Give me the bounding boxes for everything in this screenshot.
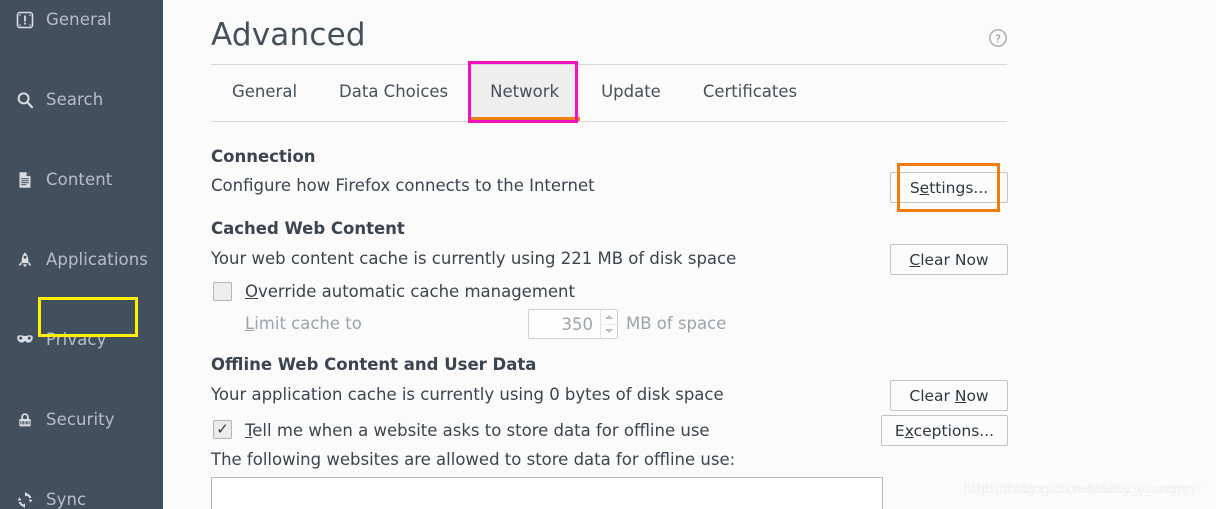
label-rest: verride automatic cache management xyxy=(258,282,575,301)
tab-label: Data Choices xyxy=(339,81,449,101)
tab-bar: General Data Choices Network Update Cert… xyxy=(211,64,1007,122)
document-icon xyxy=(12,169,38,191)
rocket-icon xyxy=(12,249,38,271)
sidebar-item-applications[interactable]: Applications xyxy=(0,240,163,280)
stepper-arrows[interactable] xyxy=(600,310,617,338)
sync-icon xyxy=(12,489,38,509)
watermark-text-b: https://blog.csdn.net/daisy_nsongyr xyxy=(977,482,1203,497)
limit-cache-stepper[interactable]: 350 xyxy=(528,309,618,339)
main-panel: Advanced ? General Data Choices Network … xyxy=(163,0,1216,509)
offline-web-content-heading: Offline Web Content and User Data xyxy=(211,355,537,374)
allowed-sites-label: The following websites are allowed to st… xyxy=(211,450,736,469)
tab-label: Network xyxy=(490,81,560,101)
search-icon xyxy=(12,89,38,111)
button-label: Exceptions... xyxy=(894,421,995,440)
limit-cache-suffix: MB of space xyxy=(626,314,727,333)
button-label: Settings... xyxy=(909,178,989,197)
connection-description: Configure how Firefox connects to the In… xyxy=(211,176,595,195)
sidebar-item-label: Applications xyxy=(46,249,148,269)
watermark: https://blog.csdn.net/daisy_nsongyr http… xyxy=(963,482,1216,502)
accesskey-letter: L xyxy=(245,314,255,333)
checkmark-icon: ✓ xyxy=(216,420,229,438)
sidebar-item-content[interactable]: Content xyxy=(0,160,163,200)
sidebar-item-label: General xyxy=(46,9,112,29)
override-cache-label[interactable]: Override automatic cache management xyxy=(245,282,575,301)
tab-general[interactable]: General xyxy=(211,65,318,121)
cached-web-content-usage: Your web content cache is currently usin… xyxy=(211,249,737,268)
sidebar-item-search[interactable]: Search xyxy=(0,80,163,120)
stepper-up-icon[interactable] xyxy=(601,310,617,325)
page-title: Advanced xyxy=(211,17,366,53)
limit-cache-value[interactable]: 350 xyxy=(529,310,600,338)
sidebar-item-label: Sync xyxy=(46,489,87,509)
cached-clear-now-button[interactable]: Clear Now xyxy=(890,244,1008,275)
offline-clear-now-button[interactable]: Clear Now xyxy=(890,380,1008,411)
offline-web-content-usage: Your application cache is currently usin… xyxy=(211,385,724,404)
tab-label: General xyxy=(232,81,298,101)
help-circle-icon[interactable]: ? xyxy=(988,28,1008,48)
sidebar-item-sync[interactable]: Sync xyxy=(0,480,163,509)
connection-heading: Connection xyxy=(211,147,316,166)
tab-label: Certificates xyxy=(702,81,798,101)
svg-text:?: ? xyxy=(995,32,1001,45)
tell-me-checkbox[interactable]: ✓ xyxy=(213,420,232,439)
cached-web-content-heading: Cached Web Content xyxy=(211,219,405,238)
sidebar-item-label: Security xyxy=(46,409,115,429)
tab-certificates[interactable]: Certificates xyxy=(682,65,818,121)
accesskey-letter: O xyxy=(245,282,258,301)
alert-box-icon xyxy=(12,9,38,31)
sidebar-item-label: Search xyxy=(46,89,104,109)
stepper-down-icon[interactable] xyxy=(601,325,617,339)
mask-icon xyxy=(12,329,38,351)
button-label: Clear Now xyxy=(909,250,989,269)
tab-label: Update xyxy=(601,81,661,101)
sidebar-item-security[interactable]: Security xyxy=(0,400,163,440)
allowed-sites-listbox[interactable] xyxy=(211,477,883,509)
preferences-window: General Search Content Applications Priv xyxy=(0,0,1216,509)
limit-cache-label: Limit cache to xyxy=(245,314,362,333)
label-rest: ell me when a website asks to store data… xyxy=(252,421,710,440)
connection-settings-button[interactable]: Settings... xyxy=(890,172,1008,203)
tab-network[interactable]: Network xyxy=(469,65,581,121)
sidebar-item-general[interactable]: General xyxy=(0,0,163,40)
tell-me-label[interactable]: Tell me when a website asks to store dat… xyxy=(245,421,710,440)
button-label: Clear Now xyxy=(909,386,989,405)
sidebar-item-label: Privacy xyxy=(46,329,107,349)
lock-icon xyxy=(12,409,38,431)
override-cache-checkbox[interactable] xyxy=(213,282,232,301)
sidebar-item-label: Content xyxy=(46,169,113,189)
tab-update[interactable]: Update xyxy=(580,65,682,121)
offline-exceptions-button[interactable]: Exceptions... xyxy=(881,415,1008,446)
label-rest: imit cache to xyxy=(254,314,362,333)
tab-data-choices[interactable]: Data Choices xyxy=(318,65,469,121)
sidebar: General Search Content Applications Priv xyxy=(0,0,163,509)
sidebar-item-privacy[interactable]: Privacy xyxy=(0,320,163,360)
